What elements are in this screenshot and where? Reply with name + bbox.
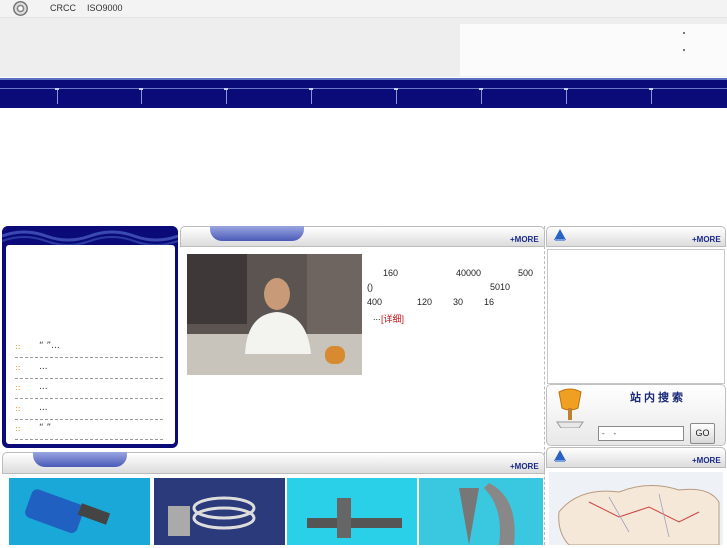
company-logo-icon[interactable]: [13, 1, 28, 16]
bullet-icon: ::: [15, 342, 21, 351]
arrow-up-icon: [554, 229, 566, 241]
header-right-area: [460, 24, 727, 76]
product-fitting-illustration: [307, 498, 402, 538]
lamp-icon: [556, 388, 584, 428]
bullet-icon: ::: [15, 424, 21, 433]
certification-crcc: CRCC: [50, 3, 76, 13]
intro-stat: 16: [484, 297, 495, 307]
intro-stat: 400: [367, 297, 383, 307]
intro-tab[interactable]: [210, 226, 304, 241]
bullet-icon: ::: [15, 404, 21, 413]
banner-area: [0, 108, 727, 225]
product-clip-illustration: [459, 483, 515, 545]
product-clamp-illustration: [25, 489, 111, 533]
nav-item-2[interactable]: [139, 80, 151, 106]
main-nav: [0, 78, 727, 110]
nav-item-6[interactable]: [479, 80, 491, 106]
nav-item-4[interactable]: [309, 80, 321, 106]
right-panel-more-link[interactable]: +MORE: [692, 235, 721, 244]
news-list-item[interactable]: ::...: [15, 399, 163, 420]
intro-stat: 160: [383, 268, 399, 278]
nav-divider-line: [0, 88, 727, 89]
nav-item-8[interactable]: [649, 80, 661, 106]
news-list-item[interactable]: :: “ ”: [15, 419, 163, 440]
news-list-item[interactable]: ::...: [15, 378, 163, 399]
china-map-illustration: [558, 485, 720, 545]
header-dot: [683, 32, 685, 34]
bullet-icon: ::: [15, 363, 21, 372]
product-image[interactable]: [287, 478, 417, 545]
header-dot: [683, 49, 685, 51]
arrow-up-icon: [554, 450, 566, 462]
product-image[interactable]: [419, 478, 543, 545]
bullet-icon: ::: [15, 383, 21, 392]
nav-item-3[interactable]: [224, 80, 236, 106]
intro-stat: 120: [417, 297, 433, 307]
product-spring-illustration: [168, 496, 256, 536]
intro-detail-link[interactable]: [详细]: [381, 312, 404, 325]
product-image[interactable]: [154, 478, 285, 545]
product-image[interactable]: [9, 478, 150, 545]
news-list-item[interactable]: :: “ ”...: [15, 337, 163, 358]
news-list-item[interactable]: ::...: [15, 358, 163, 379]
intro-ellipsis: ...: [373, 312, 381, 322]
right-panel-content: [547, 249, 725, 384]
intro-stat: (): [367, 282, 373, 292]
products-tab[interactable]: [33, 452, 127, 467]
intro-stat: 500: [518, 268, 534, 278]
map-panel-more-link[interactable]: +MORE: [692, 456, 721, 465]
company-photo: [187, 254, 362, 375]
search-title: 站内搜索: [630, 391, 686, 404]
nav-item-1[interactable]: [55, 80, 67, 106]
products-more-link[interactable]: +MORE: [510, 462, 539, 471]
certification-iso: ISO9000: [87, 3, 123, 13]
intro-stat: 5010: [490, 282, 511, 292]
intro-stat: 30: [453, 297, 464, 307]
search-go-button[interactable]: GO: [690, 423, 715, 444]
intro-more-link[interactable]: +MORE: [510, 235, 539, 244]
nav-item-7[interactable]: [564, 80, 576, 106]
photo-illustration: [187, 254, 362, 375]
nav-item-5[interactable]: [394, 80, 406, 106]
distribution-map[interactable]: [549, 472, 723, 545]
search-input[interactable]: [598, 426, 684, 441]
intro-stat: 40000: [456, 268, 482, 278]
